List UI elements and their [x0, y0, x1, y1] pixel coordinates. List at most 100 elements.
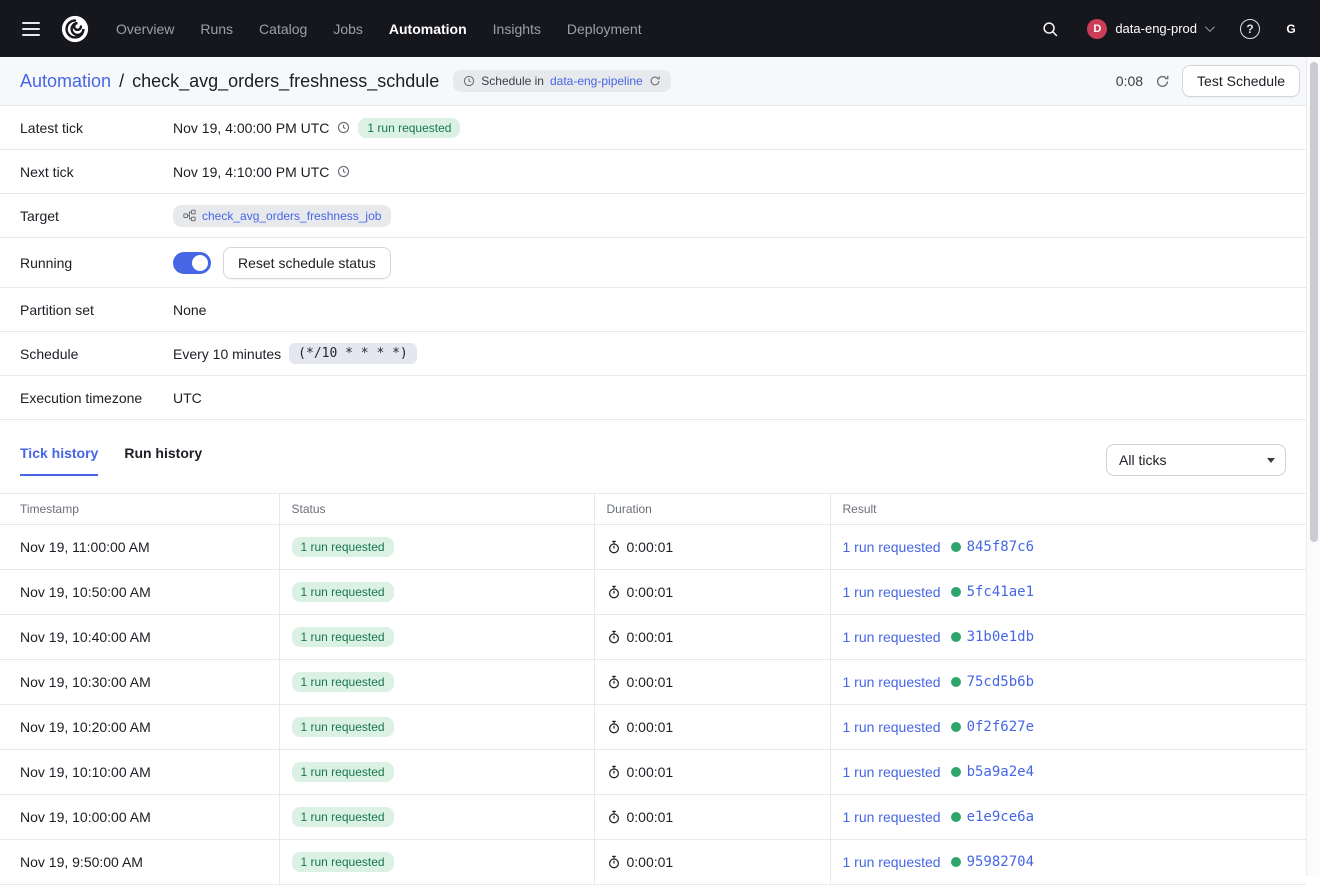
run-id: e1e9ce6a — [967, 809, 1034, 825]
tick-duration: 0:00:01 — [607, 764, 818, 780]
detail-label: Latest tick — [20, 120, 173, 136]
detail-label: Execution timezone — [20, 390, 173, 406]
run-id: 845f87c6 — [967, 539, 1034, 555]
user-avatar[interactable]: G — [1278, 16, 1304, 42]
dagster-logo-icon[interactable] — [58, 12, 92, 46]
tick-status-badge: 1 run requested — [292, 627, 394, 647]
page-title: check_avg_orders_freshness_schdule — [132, 71, 439, 92]
detail-label: Running — [20, 255, 173, 271]
stopwatch-icon — [607, 540, 621, 554]
tick-row: Nov 19, 10:50:00 AM 1 run requested 0:00… — [0, 570, 1306, 615]
help-button[interactable]: ? — [1236, 15, 1264, 43]
tick-result-link[interactable]: 1 run requested — [843, 629, 941, 645]
run-link[interactable]: 5fc41ae1 — [951, 584, 1034, 600]
tick-table-body: Nov 19, 11:00:00 AM 1 run requested 0:00… — [0, 525, 1306, 885]
run-link[interactable]: 845f87c6 — [951, 539, 1034, 555]
refresh-button[interactable] — [1153, 72, 1172, 91]
tick-row: Nov 19, 10:10:00 AM 1 run requested 0:00… — [0, 750, 1306, 795]
nav-item-insights[interactable]: Insights — [493, 21, 541, 37]
stopwatch-icon — [607, 675, 621, 689]
top-navbar: Overview Runs Catalog Jobs Automation Insight… — [0, 0, 1320, 57]
table-header-row: Timestamp Status Duration Result — [0, 494, 1306, 525]
test-schedule-button[interactable]: Test Schedule — [1182, 65, 1300, 97]
run-id: b5a9a2e4 — [967, 764, 1034, 780]
run-link[interactable]: 0f2f627e — [951, 719, 1034, 735]
breadcrumb: Automation / check_avg_orders_freshness_… — [20, 71, 439, 92]
deployment-switcher[interactable]: D data-eng-prod — [1077, 14, 1222, 44]
run-id: 75cd5b6b — [967, 674, 1034, 690]
stopwatch-icon — [607, 720, 621, 734]
tab-tick-history[interactable]: Tick history — [20, 445, 98, 476]
tick-filter-select[interactable]: All ticks — [1106, 444, 1286, 476]
tick-timestamp: Nov 19, 10:30:00 AM — [0, 660, 279, 705]
tick-result-link[interactable]: 1 run requested — [843, 854, 941, 870]
schedule-interval: Every 10 minutes — [173, 346, 281, 362]
search-button[interactable] — [1037, 16, 1063, 42]
search-icon — [1041, 20, 1059, 38]
run-success-dot — [951, 767, 961, 777]
nav-right: D data-eng-prod ? G — [1037, 14, 1304, 44]
detail-label: Schedule — [20, 346, 173, 362]
run-link[interactable]: e1e9ce6a — [951, 809, 1034, 825]
detail-row-running: Running Reset schedule status — [0, 238, 1306, 288]
run-link[interactable]: 75cd5b6b — [951, 674, 1034, 690]
schedule-details: Latest tick Nov 19, 4:00:00 PM UTC 1 run… — [0, 106, 1306, 885]
latest-tick-status-badge: 1 run requested — [358, 118, 460, 138]
detail-row-timezone: Execution timezone UTC — [0, 376, 1306, 420]
scrollbar[interactable] — [1306, 57, 1320, 876]
reset-schedule-status-button[interactable]: Reset schedule status — [223, 247, 391, 279]
tick-status-badge: 1 run requested — [292, 537, 394, 557]
target-job-name: check_avg_orders_freshness_job — [202, 209, 381, 223]
chevron-down-icon — [1205, 22, 1215, 32]
target-job-link[interactable]: check_avg_orders_freshness_job — [173, 205, 391, 227]
tick-timestamp: Nov 19, 10:00:00 AM — [0, 795, 279, 840]
run-id: 0f2f627e — [967, 719, 1034, 735]
nav-item-deployment[interactable]: Deployment — [567, 21, 642, 37]
tick-duration: 0:00:01 — [607, 674, 818, 690]
clock-icon — [337, 121, 350, 134]
reload-location-icon[interactable] — [649, 75, 661, 87]
menu-button[interactable] — [16, 12, 46, 46]
column-header-duration: Duration — [594, 494, 830, 525]
nav-item-overview[interactable]: Overview — [116, 21, 174, 37]
tick-status-badge: 1 run requested — [292, 672, 394, 692]
partition-set-value: None — [173, 302, 206, 318]
refresh-timer: 0:08 — [1116, 73, 1143, 89]
tab-run-history[interactable]: Run history — [124, 445, 202, 476]
scrollbar-thumb[interactable] — [1310, 62, 1318, 542]
nav-item-automation[interactable]: Automation — [389, 21, 467, 37]
nav-item-jobs[interactable]: Jobs — [333, 21, 363, 37]
tick-result-link[interactable]: 1 run requested — [843, 539, 941, 555]
detail-row-schedule: Schedule Every 10 minutes (*/10 * * * *) — [0, 332, 1306, 376]
run-success-dot — [951, 677, 961, 687]
tick-status-badge: 1 run requested — [292, 582, 394, 602]
code-location-link[interactable]: data-eng-pipeline — [550, 74, 643, 88]
tick-duration: 0:00:01 — [607, 809, 818, 825]
run-link[interactable]: 95982704 — [951, 854, 1034, 870]
run-success-dot — [951, 632, 961, 642]
nav-item-catalog[interactable]: Catalog — [259, 21, 307, 37]
tick-result-link[interactable]: 1 run requested — [843, 764, 941, 780]
clock-icon — [463, 75, 475, 87]
run-link[interactable]: 31b0e1db — [951, 629, 1034, 645]
tick-result-link[interactable]: 1 run requested — [843, 809, 941, 825]
run-id: 95982704 — [967, 854, 1034, 870]
history-tabs-row: Tick history Run history All ticks — [0, 420, 1306, 476]
tick-result-link[interactable]: 1 run requested — [843, 674, 941, 690]
column-header-status: Status — [279, 494, 594, 525]
run-success-dot — [951, 857, 961, 867]
running-toggle[interactable] — [173, 252, 211, 274]
tick-status-badge: 1 run requested — [292, 717, 394, 737]
run-id: 5fc41ae1 — [967, 584, 1034, 600]
detail-row-latest-tick: Latest tick Nov 19, 4:00:00 PM UTC 1 run… — [0, 106, 1306, 150]
run-success-dot — [951, 812, 961, 822]
column-header-timestamp: Timestamp — [0, 494, 279, 525]
tick-result-link[interactable]: 1 run requested — [843, 584, 941, 600]
tick-result-link[interactable]: 1 run requested — [843, 719, 941, 735]
breadcrumb-automation-link[interactable]: Automation — [20, 71, 111, 92]
tick-history-table: Timestamp Status Duration Result Nov 19,… — [0, 493, 1306, 885]
tick-duration: 0:00:01 — [607, 584, 818, 600]
nav-item-runs[interactable]: Runs — [200, 21, 233, 37]
history-tabs: Tick history Run history — [20, 445, 202, 476]
run-link[interactable]: b5a9a2e4 — [951, 764, 1034, 780]
